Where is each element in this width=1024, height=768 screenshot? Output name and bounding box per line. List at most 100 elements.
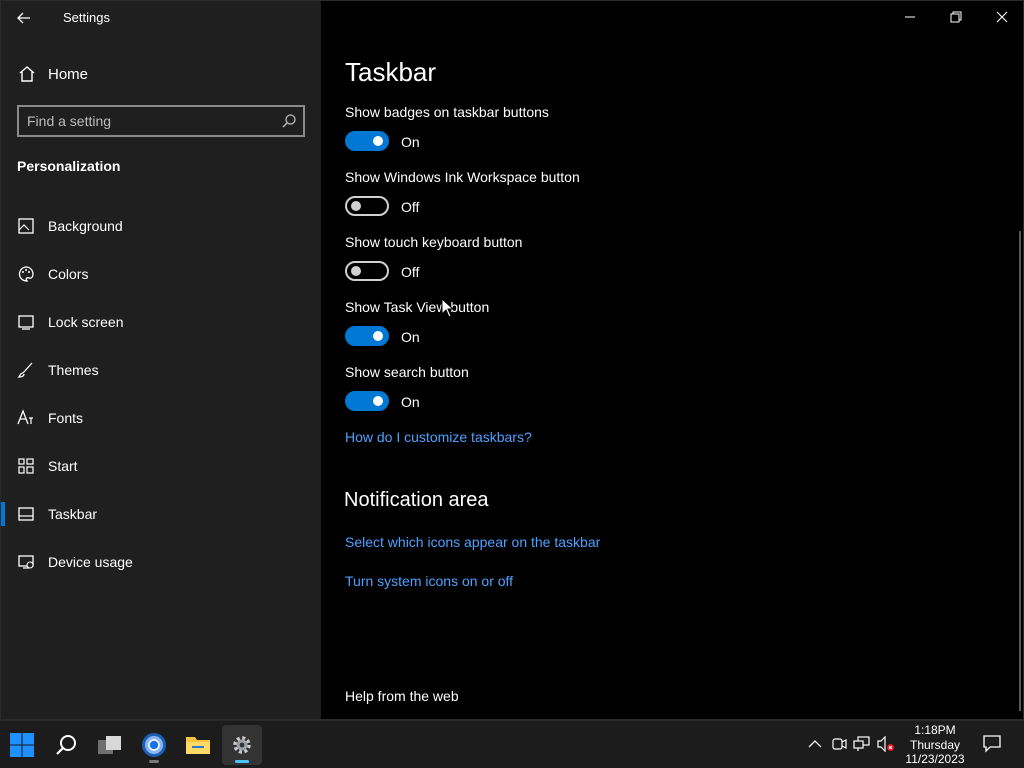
- toggle-search[interactable]: [345, 391, 389, 411]
- section-title: Personalization: [17, 158, 121, 174]
- sidebar-item-themes[interactable]: Themes: [1, 350, 321, 390]
- file-explorer-button[interactable]: [178, 725, 218, 765]
- sidebar-item-taskbar[interactable]: Taskbar: [1, 494, 321, 534]
- toggle-state-search: On: [401, 394, 420, 410]
- back-button[interactable]: [11, 7, 37, 29]
- meet-now-icon: [832, 738, 847, 750]
- show-hidden-icons-button[interactable]: [806, 735, 824, 753]
- setting-label-task-view: Show Task View button: [345, 299, 490, 315]
- clock-time: 1:18PM: [914, 723, 956, 737]
- lock-screen-icon: [17, 313, 35, 331]
- minimize-icon: [905, 16, 915, 18]
- running-indicator: [235, 760, 249, 763]
- notification-area-heading: Notification area: [344, 489, 489, 511]
- task-view-icon: [98, 736, 121, 754]
- sidebar-item-label: Taskbar: [48, 506, 98, 522]
- close-button[interactable]: [979, 1, 1024, 33]
- task-view-button[interactable]: [90, 725, 130, 765]
- toggle-state-touch-keyboard: Off: [401, 264, 420, 280]
- back-arrow-icon: [17, 12, 30, 24]
- minimize-button[interactable]: [887, 1, 933, 33]
- chrome-icon: [142, 733, 166, 757]
- running-indicator: [149, 760, 159, 763]
- toggle-task-view[interactable]: [345, 326, 389, 346]
- sidebar-item-label: Background: [48, 218, 123, 234]
- toggle-touch-keyboard[interactable]: [345, 261, 389, 281]
- select-icons-link[interactable]: Select which icons appear on the taskbar: [345, 534, 600, 550]
- restore-button[interactable]: [933, 1, 979, 33]
- home-label: Home: [48, 65, 89, 83]
- clock-day: Thursday: [909, 737, 961, 752]
- customize-taskbars-link[interactable]: How do I customize taskbars?: [345, 429, 532, 445]
- toggle-state-ink-workspace: Off: [401, 199, 420, 215]
- windows-logo-icon: [10, 733, 34, 757]
- search-button[interactable]: [46, 725, 86, 765]
- folder-icon: [186, 737, 210, 754]
- system-icons-link[interactable]: Turn system icons on or off: [345, 573, 513, 589]
- home-nav-item[interactable]: Home: [17, 63, 88, 85]
- mouse-cursor-icon: [441, 298, 455, 318]
- page-title: Taskbar: [345, 57, 437, 87]
- sidebar-item-label: Start: [48, 458, 78, 474]
- taskbar: 1:18PM Thursday 11/23/2023: [0, 720, 1024, 768]
- sidebar-item-label: Colors: [48, 266, 89, 282]
- clock-date: 11/23/2023: [905, 752, 965, 766]
- toggle-state-badges: On: [401, 134, 420, 150]
- image-icon: [17, 217, 35, 235]
- toggle-knob: [373, 396, 383, 406]
- sidebar-item-label: Themes: [48, 362, 99, 378]
- meet-now-button[interactable]: [830, 735, 848, 753]
- sidebar-item-lock-screen[interactable]: Lock screen: [1, 302, 321, 342]
- setting-label-badges: Show badges on taskbar buttons: [345, 104, 549, 120]
- start-tiles-icon: [17, 457, 35, 475]
- help-from-web-heading: Help from the web: [345, 688, 459, 704]
- palette-icon: [17, 265, 35, 283]
- sidebar-item-background[interactable]: Background: [1, 206, 321, 246]
- font-icon: [17, 409, 35, 427]
- volume-muted-icon: [877, 736, 894, 752]
- find-setting-search-box[interactable]: [17, 105, 305, 137]
- settings-app-button[interactable]: [222, 725, 262, 765]
- brush-icon: [17, 361, 35, 379]
- gear-icon: [233, 736, 251, 754]
- setting-label-search: Show search button: [345, 364, 469, 380]
- network-button[interactable]: [853, 735, 871, 753]
- setting-label-ink-workspace: Show Windows Ink Workspace button: [345, 169, 580, 185]
- system-clock[interactable]: 1:18PM Thursday 11/23/2023: [902, 723, 968, 767]
- action-center-button[interactable]: [982, 733, 1004, 755]
- sidebar-item-colors[interactable]: Colors: [1, 254, 321, 294]
- volume-button[interactable]: [877, 735, 895, 753]
- window-title: Settings: [63, 10, 110, 25]
- notification-icon: [983, 735, 1001, 753]
- toggle-knob: [373, 136, 383, 146]
- sidebar-item-device-usage[interactable]: Device usage: [1, 542, 321, 582]
- device-usage-icon: [17, 553, 35, 571]
- sidebar: Home Personalization Background Colors: [1, 1, 321, 719]
- start-button[interactable]: [2, 725, 42, 765]
- setting-label-touch-keyboard: Show touch keyboard button: [345, 234, 523, 250]
- sidebar-item-label: Lock screen: [48, 314, 124, 330]
- network-icon: [853, 736, 870, 751]
- chrome-button[interactable]: [134, 725, 174, 765]
- settings-window: Home Personalization Background Colors: [0, 0, 1024, 720]
- search-icon[interactable]: [281, 113, 297, 129]
- toggle-knob: [351, 266, 361, 276]
- chevron-up-icon: [808, 740, 822, 748]
- taskbar-icon: [17, 505, 35, 523]
- sidebar-item-fonts[interactable]: Fonts: [1, 398, 321, 438]
- toggle-knob: [373, 331, 383, 341]
- toggle-ink-workspace[interactable]: [345, 196, 389, 216]
- sidebar-item-start[interactable]: Start: [1, 446, 321, 486]
- restore-icon: [950, 11, 962, 23]
- find-setting-input[interactable]: [27, 107, 277, 135]
- sidebar-item-label: Device usage: [48, 554, 133, 570]
- toggle-knob: [351, 201, 361, 211]
- home-icon: [17, 64, 37, 84]
- close-icon: [996, 11, 1008, 23]
- scrollbar[interactable]: [1019, 231, 1021, 711]
- title-bar: Settings: [1, 1, 1023, 35]
- selection-indicator: [1, 502, 5, 526]
- search-icon: [56, 735, 76, 755]
- toggle-state-task-view: On: [401, 329, 420, 345]
- toggle-badges[interactable]: [345, 131, 389, 151]
